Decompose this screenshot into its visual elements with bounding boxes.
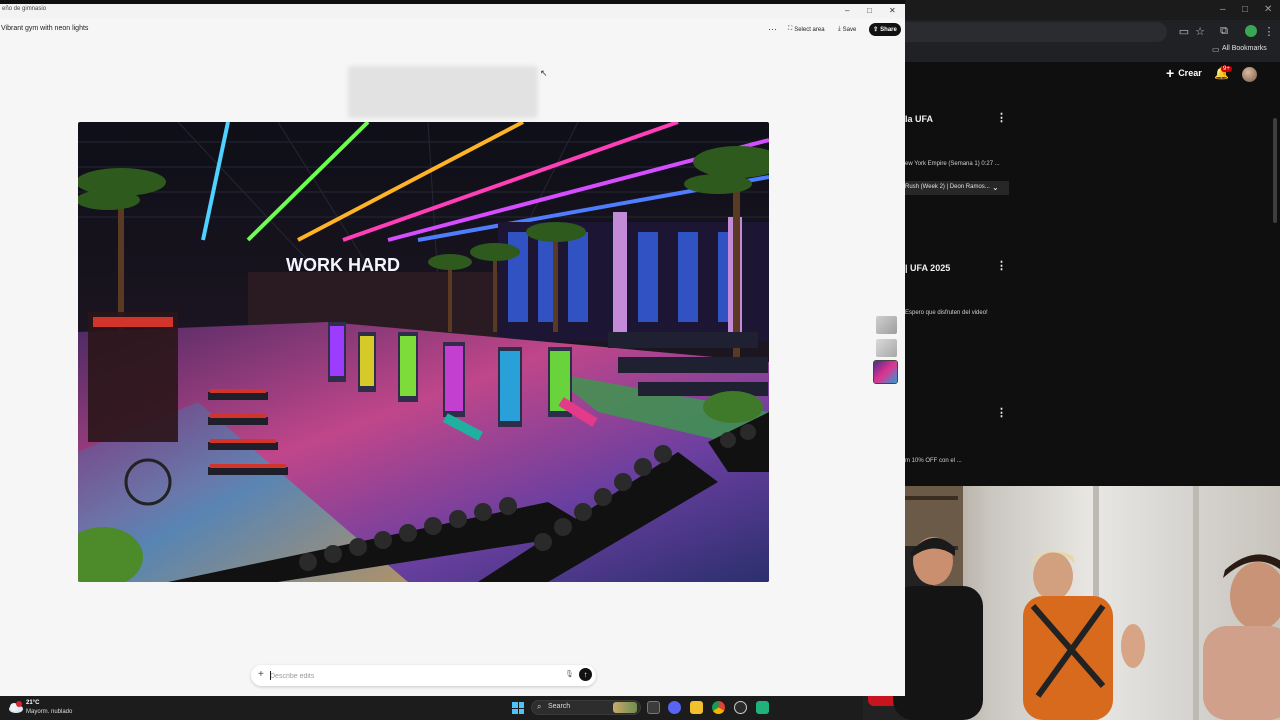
create-label: Crear <box>1178 68 1202 78</box>
list-item-title[interactable]: | UFA 2025 <box>905 263 950 273</box>
page-title: Vibrant gym with neon lights <box>1 25 89 32</box>
select-area-label: Select area <box>794 26 825 33</box>
thumbnail-selected[interactable] <box>873 360 898 384</box>
cast-icon[interactable]: ▭ <box>1177 25 1191 38</box>
maximize-icon[interactable]: □ <box>1242 4 1248 15</box>
share-button[interactable]: ⇪ Share <box>869 23 901 36</box>
download-icon: ⤓ <box>838 26 841 32</box>
work-hard-sign: WORK HARD <box>286 255 400 275</box>
blurred-preview <box>348 66 538 118</box>
list-item-subtitle: Espero que disfruten del video! <box>905 310 988 316</box>
close-icon[interactable]: ✕ <box>889 6 896 15</box>
chatgpt-icon[interactable] <box>734 701 747 714</box>
thumbnail[interactable] <box>876 339 897 357</box>
task-view-icon[interactable] <box>647 701 660 714</box>
kebab-menu-icon[interactable]: ⋮ <box>996 259 1007 272</box>
browser-profile-icon[interactable] <box>1245 25 1257 37</box>
share-label: Share <box>880 26 897 33</box>
maximize-icon[interactable]: □ <box>867 6 872 15</box>
weather-description: Mayorm. nublado <box>26 709 73 715</box>
generated-image[interactable]: WORK HARD <box>78 122 769 582</box>
address-bar[interactable] <box>905 22 1167 42</box>
create-button[interactable]: + Crear <box>1166 66 1202 80</box>
microphone-icon[interactable]: 🎙 <box>565 670 574 678</box>
search-highlight-image <box>613 702 637 713</box>
mouse-cursor-icon: ↖ <box>540 68 548 78</box>
search-label: Search <box>548 703 571 710</box>
share-icon: ⇪ <box>873 27 879 33</box>
save-button[interactable]: ⤓ Save <box>838 24 856 35</box>
webcam-video <box>863 486 1280 720</box>
list-item-title[interactable]: la UFA <box>905 114 933 124</box>
gym-illustration: WORK HARD <box>78 122 769 582</box>
kebab-menu-icon[interactable]: ⋮ <box>996 111 1007 124</box>
notification-badge: 9+ <box>1221 66 1232 72</box>
more-horizontal-icon[interactable]: ··· <box>768 24 777 34</box>
windows-start-icon[interactable] <box>512 702 524 714</box>
plus-icon: + <box>1166 65 1175 81</box>
describe-edits-input[interactable] <box>270 670 550 682</box>
all-bookmarks-link[interactable]: All Bookmarks <box>1222 45 1267 52</box>
list-item-subtitle: m 10% OFF con el ... <box>905 458 962 464</box>
close-icon[interactable]: ✕ <box>1264 4 1272 15</box>
discord-icon[interactable] <box>668 701 681 714</box>
thumbnail[interactable] <box>876 316 897 334</box>
chevron-down-icon[interactable]: ⌄ <box>992 183 999 192</box>
folder-icon: ▭ <box>1212 45 1220 54</box>
save-label: Save <box>842 26 857 33</box>
browser-menu-icon[interactable]: ⋮ <box>1262 25 1276 38</box>
add-icon[interactable]: + <box>258 669 264 680</box>
app-icon[interactable] <box>756 701 769 714</box>
select-area-button[interactable]: ⛶ Select area <box>788 24 825 35</box>
select-area-icon: ⛶ <box>788 26 793 32</box>
list-item-subtitle: ew York Empire (Semana 1) 0:27 ... <box>905 161 1000 167</box>
kebab-menu-icon[interactable]: ⋮ <box>996 406 1007 419</box>
send-button[interactable]: ↑ <box>579 668 592 681</box>
cloud-weather-icon <box>9 701 23 713</box>
file-explorer-icon[interactable] <box>690 701 703 714</box>
avatar[interactable] <box>1242 67 1257 82</box>
window-titlebar <box>0 4 905 18</box>
webcam-scene <box>863 486 1280 720</box>
minimize-icon[interactable]: – <box>845 6 849 15</box>
text-caret <box>270 671 271 680</box>
playlist-dropdown-label: Rush (Week 2) | Deon Ramos... <box>905 184 990 190</box>
scrollbar[interactable] <box>1273 118 1277 223</box>
minimize-icon[interactable]: – <box>1220 4 1226 15</box>
search-icon: ⌕ <box>537 702 542 711</box>
weather-temperature: 21°C <box>26 700 40 706</box>
chrome-icon[interactable] <box>712 701 725 714</box>
star-bookmark-icon[interactable]: ☆ <box>1193 25 1207 38</box>
extensions-icon[interactable]: ⧉ <box>1217 25 1231 38</box>
window-title: eño de gimnasio <box>2 6 47 12</box>
arrow-up-icon: ↑ <box>583 670 588 679</box>
